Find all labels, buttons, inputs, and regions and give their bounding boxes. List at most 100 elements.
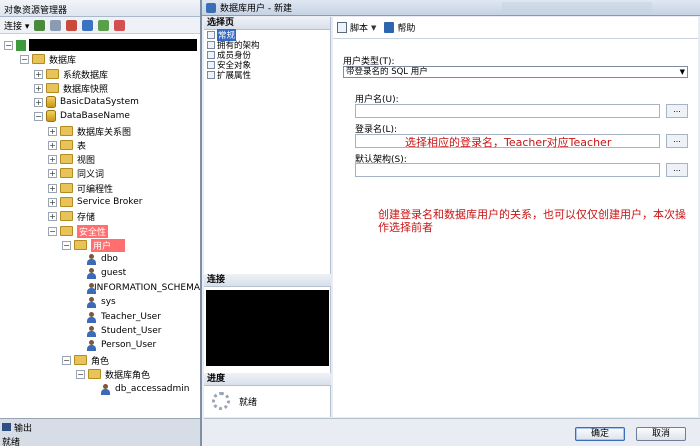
ok-button[interactable]: 确定 bbox=[575, 427, 625, 441]
collapse-toggle[interactable]: − bbox=[20, 54, 29, 64]
tree-item-databasename[interactable]: − DataBaseName bbox=[34, 109, 130, 123]
output-tab[interactable]: 输出 bbox=[2, 421, 33, 434]
tree-item-database-roles[interactable]: − 数据库角色 bbox=[76, 367, 150, 381]
expand-toggle[interactable]: + bbox=[48, 168, 57, 178]
help-button[interactable]: 帮助 bbox=[384, 21, 415, 34]
tree-item-user-dbo[interactable]: dbo bbox=[86, 252, 118, 266]
tree-item-user-information-schema[interactable]: INFORMATION_SCHEMA bbox=[86, 281, 200, 295]
cancel-button[interactable]: 取消 bbox=[636, 427, 686, 441]
chevron-down-icon: ▼ bbox=[679, 68, 685, 76]
folder-icon bbox=[32, 54, 45, 64]
tree-item-users[interactable]: − 用户 bbox=[62, 238, 126, 252]
collapse-icon[interactable] bbox=[114, 19, 126, 31]
tree-item-tables[interactable]: + 表 bbox=[48, 138, 86, 152]
collapse-toggle[interactable]: − bbox=[76, 369, 85, 379]
tree-item-user-person[interactable]: Person_User bbox=[86, 338, 156, 352]
tree-item-security[interactable]: − 安全性 bbox=[48, 224, 109, 238]
page-icon bbox=[207, 71, 215, 79]
default-schema-browse-button[interactable]: ... bbox=[666, 163, 688, 177]
folder-icon bbox=[46, 69, 59, 79]
output-tab-label: 输出 bbox=[14, 423, 33, 434]
tree-item-user-sys[interactable]: sys bbox=[86, 295, 116, 309]
connection-header: 连接 bbox=[204, 274, 331, 287]
expand-toggle[interactable]: + bbox=[48, 154, 57, 164]
tree-item-label: Student_User bbox=[101, 326, 162, 336]
tree-item-label: BasicDataSystem bbox=[60, 97, 139, 107]
collapse-toggle[interactable]: − bbox=[62, 240, 71, 250]
tree-item-user-student[interactable]: Student_User bbox=[86, 324, 161, 338]
tree-item-programmability[interactable]: + 可编程性 bbox=[48, 181, 113, 195]
tree-item-basicdatasystem[interactable]: + BasicDataSystem bbox=[34, 95, 139, 109]
tree-item-label: INFORMATION_SCHEMA bbox=[94, 283, 200, 293]
tree-item-label: 数据库 bbox=[49, 55, 77, 66]
page-icon bbox=[207, 61, 215, 69]
expand-toggle[interactable]: + bbox=[48, 197, 57, 207]
database-icon bbox=[46, 110, 56, 122]
general-page: 脚本 ▼ 帮助 用户类型(T): 带登录名的 SQL 用户 ▼ 用户名(U): … bbox=[333, 17, 698, 417]
collapse-toggle[interactable]: − bbox=[62, 355, 71, 365]
folder-icon bbox=[60, 211, 73, 221]
tree-item-system-databases[interactable]: + 系统数据库 bbox=[34, 67, 108, 81]
page-extended-properties[interactable]: 扩展属性 bbox=[204, 70, 330, 81]
folder-icon bbox=[88, 369, 101, 379]
tree-item-label: 存储 bbox=[77, 212, 96, 223]
tree-item-user-teacher[interactable]: Teacher_User bbox=[86, 310, 161, 324]
user-type-value: 带登录名的 SQL 用户 bbox=[346, 67, 428, 77]
user-type-select[interactable]: 带登录名的 SQL 用户 ▼ bbox=[343, 66, 688, 78]
script-button[interactable]: 脚本 ▼ bbox=[337, 21, 376, 34]
folder-icon bbox=[60, 154, 73, 164]
server-node[interactable]: − bbox=[4, 38, 197, 52]
folder-icon bbox=[60, 140, 73, 150]
filter-icon[interactable] bbox=[82, 19, 94, 31]
user-icon bbox=[86, 325, 97, 337]
role-icon bbox=[100, 383, 111, 395]
expand-toggle[interactable]: + bbox=[34, 97, 43, 107]
page-icon bbox=[207, 31, 215, 39]
expand-toggle[interactable]: + bbox=[48, 126, 57, 136]
tree-item-roles[interactable]: − 角色 bbox=[62, 353, 109, 367]
tree-item-databases[interactable]: − 数据库 bbox=[20, 52, 76, 66]
redacted-connection-info bbox=[206, 290, 329, 366]
expand-toggle[interactable]: + bbox=[34, 83, 43, 93]
user-name-browse-button[interactable]: ... bbox=[666, 104, 688, 118]
object-explorer-toolbar: 连接 ▾ bbox=[0, 17, 200, 34]
progress-status: 就绪 bbox=[239, 398, 258, 408]
tree-item-label: 用户 bbox=[91, 238, 126, 252]
user-name-input[interactable] bbox=[355, 104, 660, 118]
progress-header: 进度 bbox=[204, 373, 331, 386]
collapse-toggle[interactable]: − bbox=[48, 226, 57, 236]
tree-item-label: guest bbox=[101, 268, 127, 278]
login-name-browse-button[interactable]: ... bbox=[666, 134, 688, 148]
user-icon bbox=[86, 253, 97, 265]
connect-icon[interactable] bbox=[34, 19, 46, 31]
tree-item-diagrams[interactable]: + 数据库关系图 bbox=[48, 124, 131, 138]
connect-button[interactable]: 连接 ▾ bbox=[4, 19, 29, 32]
stop-icon[interactable] bbox=[66, 19, 78, 31]
tree-item-label: db_accessadmin bbox=[115, 384, 190, 394]
tree-item-storage[interactable]: + 存储 bbox=[48, 209, 95, 223]
page-icon bbox=[207, 41, 215, 49]
object-explorer: 对象资源管理器 连接 ▾ − − 数据库 + 系统数据库 + 数据库快照 + B… bbox=[0, 0, 200, 448]
tree-item-label: 数据库角色 bbox=[105, 370, 151, 381]
collapse-toggle[interactable]: − bbox=[4, 40, 13, 50]
expand-toggle[interactable]: + bbox=[48, 183, 57, 193]
page-icon bbox=[207, 51, 215, 59]
tree-item-service-broker[interactable]: + Service Broker bbox=[48, 195, 142, 209]
tree-item-database-snapshots[interactable]: + 数据库快照 bbox=[34, 81, 108, 95]
expand-toggle[interactable]: + bbox=[34, 69, 43, 79]
blurred-region bbox=[502, 2, 652, 13]
tree-item-views[interactable]: + 视图 bbox=[48, 152, 95, 166]
disconnect-icon[interactable] bbox=[50, 19, 62, 31]
expand-toggle[interactable]: + bbox=[48, 211, 57, 221]
user-icon bbox=[86, 296, 97, 308]
collapse-toggle[interactable]: − bbox=[34, 111, 43, 121]
dropdown-arrow-icon[interactable]: ▼ bbox=[371, 24, 376, 32]
user-icon bbox=[86, 267, 97, 279]
default-schema-input[interactable] bbox=[355, 163, 660, 177]
tree-item-role-db-accessadmin[interactable]: db_accessadmin bbox=[100, 382, 189, 396]
expand-toggle[interactable]: + bbox=[48, 140, 57, 150]
tree-item-label: 视图 bbox=[77, 155, 96, 166]
tree-item-user-guest[interactable]: guest bbox=[86, 266, 126, 280]
tree-item-synonyms[interactable]: + 同义词 bbox=[48, 166, 104, 180]
refresh-icon[interactable] bbox=[98, 19, 110, 31]
